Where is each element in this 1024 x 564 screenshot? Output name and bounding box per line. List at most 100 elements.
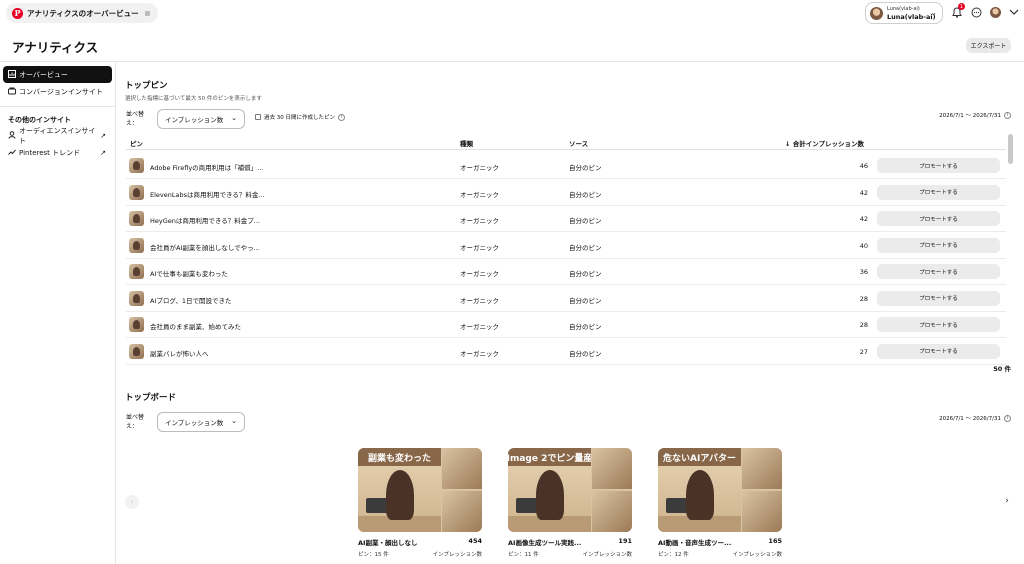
sidebar-item-pinterest-trends[interactable]: Pinterest トレンド ↗: [3, 144, 112, 161]
board-title[interactable]: AI副業・顔出しなし: [358, 537, 417, 547]
top-pins-sort-dropdown[interactable]: インプレッション数 ⌄: [157, 109, 245, 129]
sidebar-item-label: コンバージョンインサイト: [19, 87, 103, 96]
pin-impressions: 42: [859, 188, 868, 197]
table-header: ピン 種類 ソース ↓ 合計インプレッション数: [126, 136, 1006, 150]
messages-icon[interactable]: [970, 6, 982, 18]
person-illustration: [386, 470, 414, 520]
sidebar-item-overview[interactable]: オーバービュー: [3, 66, 112, 83]
board-pin-count: ピン：15 件: [358, 552, 389, 558]
account-switcher[interactable]: Luna(vlab-ai) Luna(vlab-ai) ⌄: [865, 2, 943, 24]
checkbox-box[interactable]: [255, 114, 261, 120]
pin-thumbnail[interactable]: [129, 290, 144, 306]
date-range-text: 2026/7/1 〜 2026/7/31: [939, 113, 1001, 119]
board-cover-image[interactable]: 副業も変わった: [358, 448, 482, 532]
pin-thumbnail[interactable]: [129, 264, 144, 279]
table-row[interactable]: 会社員のまま副業、始めてみた オーガニック 自分のピン 28 プロモートする: [126, 312, 1006, 338]
sidebar-item-label: オーバービュー: [19, 70, 68, 79]
pin-title[interactable]: HeyGenは商用利用できる？料金プ...: [150, 215, 260, 225]
column-header-impressions[interactable]: ↓ 合計インプレッション数: [785, 138, 864, 148]
table-scrollbar[interactable]: [1008, 134, 1013, 164]
laptop-illustration: [666, 498, 688, 513]
carousel-prev-button[interactable]: ‹: [125, 495, 139, 509]
board-title[interactable]: AI画像生成ツール実践...: [508, 537, 581, 547]
info-icon[interactable]: i: [1004, 414, 1011, 422]
cover-headline: Image 2でピン量産: [508, 448, 591, 466]
pin-source: 自分のピン: [569, 217, 602, 225]
dropdown-value: インプレッション数: [165, 116, 224, 124]
tab-menu-icon[interactable]: [144, 10, 150, 16]
pin-impressions: 28: [859, 321, 868, 329]
export-button[interactable]: エクスポート: [966, 38, 1011, 53]
table-row[interactable]: 副業バレが怖い人へ オーガニック 自分のピン 27 プロモートする: [126, 339, 1006, 365]
pin-title[interactable]: 会社員がAI副業を顔出しなしでやっ...: [150, 242, 260, 252]
pin-type: オーガニック: [460, 243, 499, 252]
pin-thumbnail[interactable]: [129, 158, 144, 173]
sidebar-item-conversion-insights[interactable]: コンバージョンインサイト: [3, 83, 112, 100]
pin-title[interactable]: 副業バレが怖い人へ: [150, 348, 209, 358]
divider: [0, 61, 1024, 62]
top-boards-sort-dropdown[interactable]: インプレッション数 ⌄: [157, 412, 245, 432]
pin-thumbnail[interactable]: [129, 237, 144, 253]
promote-button[interactable]: プロモートする: [877, 211, 1000, 226]
pin-type: オーガニック: [460, 270, 499, 278]
top-boards-date-range: 2026/7/1 〜 2026/7/31 i: [939, 414, 1011, 422]
avatar: [870, 6, 883, 20]
promote-button[interactable]: プロモートする: [877, 184, 1000, 200]
cover-side-image: [592, 448, 632, 489]
promote-button[interactable]: プロモートする: [877, 290, 1000, 306]
table-row[interactable]: HeyGenは商用利用できる？料金プ... オーガニック 自分のピン 42 プロモートす…: [126, 206, 1006, 232]
pin-title[interactable]: Adobe Fireflyの商用利用は「補償」...: [150, 162, 263, 172]
pin-title[interactable]: ElevenLabsは商用利用できる？料金...: [150, 189, 265, 199]
table-row[interactable]: ElevenLabsは商用利用できる？料金... オーガニック 自分のピン 42 プロモ…: [126, 180, 1006, 206]
info-icon[interactable]: i: [338, 113, 345, 121]
board-card[interactable]: 副業も変わった AI副業・顔出しなし 454 ピン：15 件 インプレッション数: [358, 448, 482, 558]
board-title[interactable]: AI動画・音声生成ツー...: [658, 537, 731, 547]
cover-headline: 危ないAIアバター: [658, 448, 741, 466]
table-row[interactable]: 会社員がAI副業を顔出しなしでやっ... オーガニック 自分のピン 40 プロモートする: [126, 233, 1006, 259]
divider: [115, 62, 116, 564]
table-row[interactable]: AIブログ、1日で開設できた オーガニック 自分のピン 28 プロモートする: [126, 286, 1006, 312]
board-card[interactable]: Image 2でピン量産 AI画像生成ツール実践... 191 ピン：11 件 インプレ…: [508, 448, 632, 558]
promote-button[interactable]: プロモートする: [877, 264, 1000, 279]
avatar: [989, 6, 1001, 18]
page-tab[interactable]: P アナリティクスのオーバービュー: [6, 3, 158, 23]
promote-button[interactable]: プロモートする: [877, 158, 1000, 173]
notification-badge: 1: [958, 3, 965, 10]
pin-title[interactable]: 会社員のまま副業、始めてみた: [150, 321, 241, 331]
table-row[interactable]: AIで仕事も副業も変わった オーガニック 自分のピン 36 プロモートする: [126, 259, 1006, 285]
person-illustration: [536, 470, 564, 520]
carousel-next-button[interactable]: ›: [1000, 494, 1014, 508]
pin-thumbnail[interactable]: [129, 317, 144, 332]
profile-avatar[interactable]: [989, 6, 1001, 18]
pin-type: オーガニック: [460, 296, 499, 305]
pin-title[interactable]: AIブログ、1日で開設できた: [150, 295, 232, 305]
pin-type: オーガニック: [460, 323, 499, 331]
dropdown-value: インプレッション数: [165, 419, 224, 427]
promote-button[interactable]: プロモートする: [877, 237, 1000, 253]
pin-thumbnail[interactable]: [129, 343, 144, 359]
chevron-down-icon[interactable]: [1008, 6, 1020, 18]
bell-icon[interactable]: 1: [951, 3, 965, 18]
board-cover-image[interactable]: Image 2でピン量産: [508, 448, 632, 532]
pin-type: オーガニック: [460, 349, 499, 358]
cover-side-image: [442, 448, 482, 489]
pin-title[interactable]: AIで仕事も副業も変わった: [150, 268, 228, 278]
info-icon[interactable]: i: [1004, 111, 1011, 119]
board-card[interactable]: 危ないAIアバター AI動画・音声生成ツー... 165 ピン：12 件 インプレッショ…: [658, 448, 782, 558]
promote-button[interactable]: プロモートする: [877, 317, 1000, 332]
recent-pins-checkbox[interactable]: 過去 30 日間に作成したピン i: [255, 113, 345, 121]
sidebar-item-audience-insights[interactable]: オーディエンスインサイト ↗: [3, 127, 112, 145]
table-row[interactable]: Adobe Fireflyの商用利用は「補償」... オーガニック 自分のピン 46 プ…: [126, 153, 1006, 179]
pin-thumbnail[interactable]: [129, 184, 144, 200]
trend-icon: [8, 148, 16, 158]
pin-source: 自分のピン: [569, 296, 602, 305]
pin-impressions: 40: [859, 241, 868, 250]
pin-impressions: 28: [859, 294, 868, 303]
pin-source: 自分のピン: [569, 243, 602, 252]
cover-main-image: 危ないAIアバター: [658, 448, 741, 532]
board-impressions: 454: [468, 537, 482, 545]
pin-thumbnail[interactable]: [129, 211, 144, 226]
chevron-down-icon: ⌄: [930, 8, 937, 17]
promote-button[interactable]: プロモートする: [877, 343, 1000, 359]
board-cover-image[interactable]: 危ないAIアバター: [658, 448, 782, 532]
